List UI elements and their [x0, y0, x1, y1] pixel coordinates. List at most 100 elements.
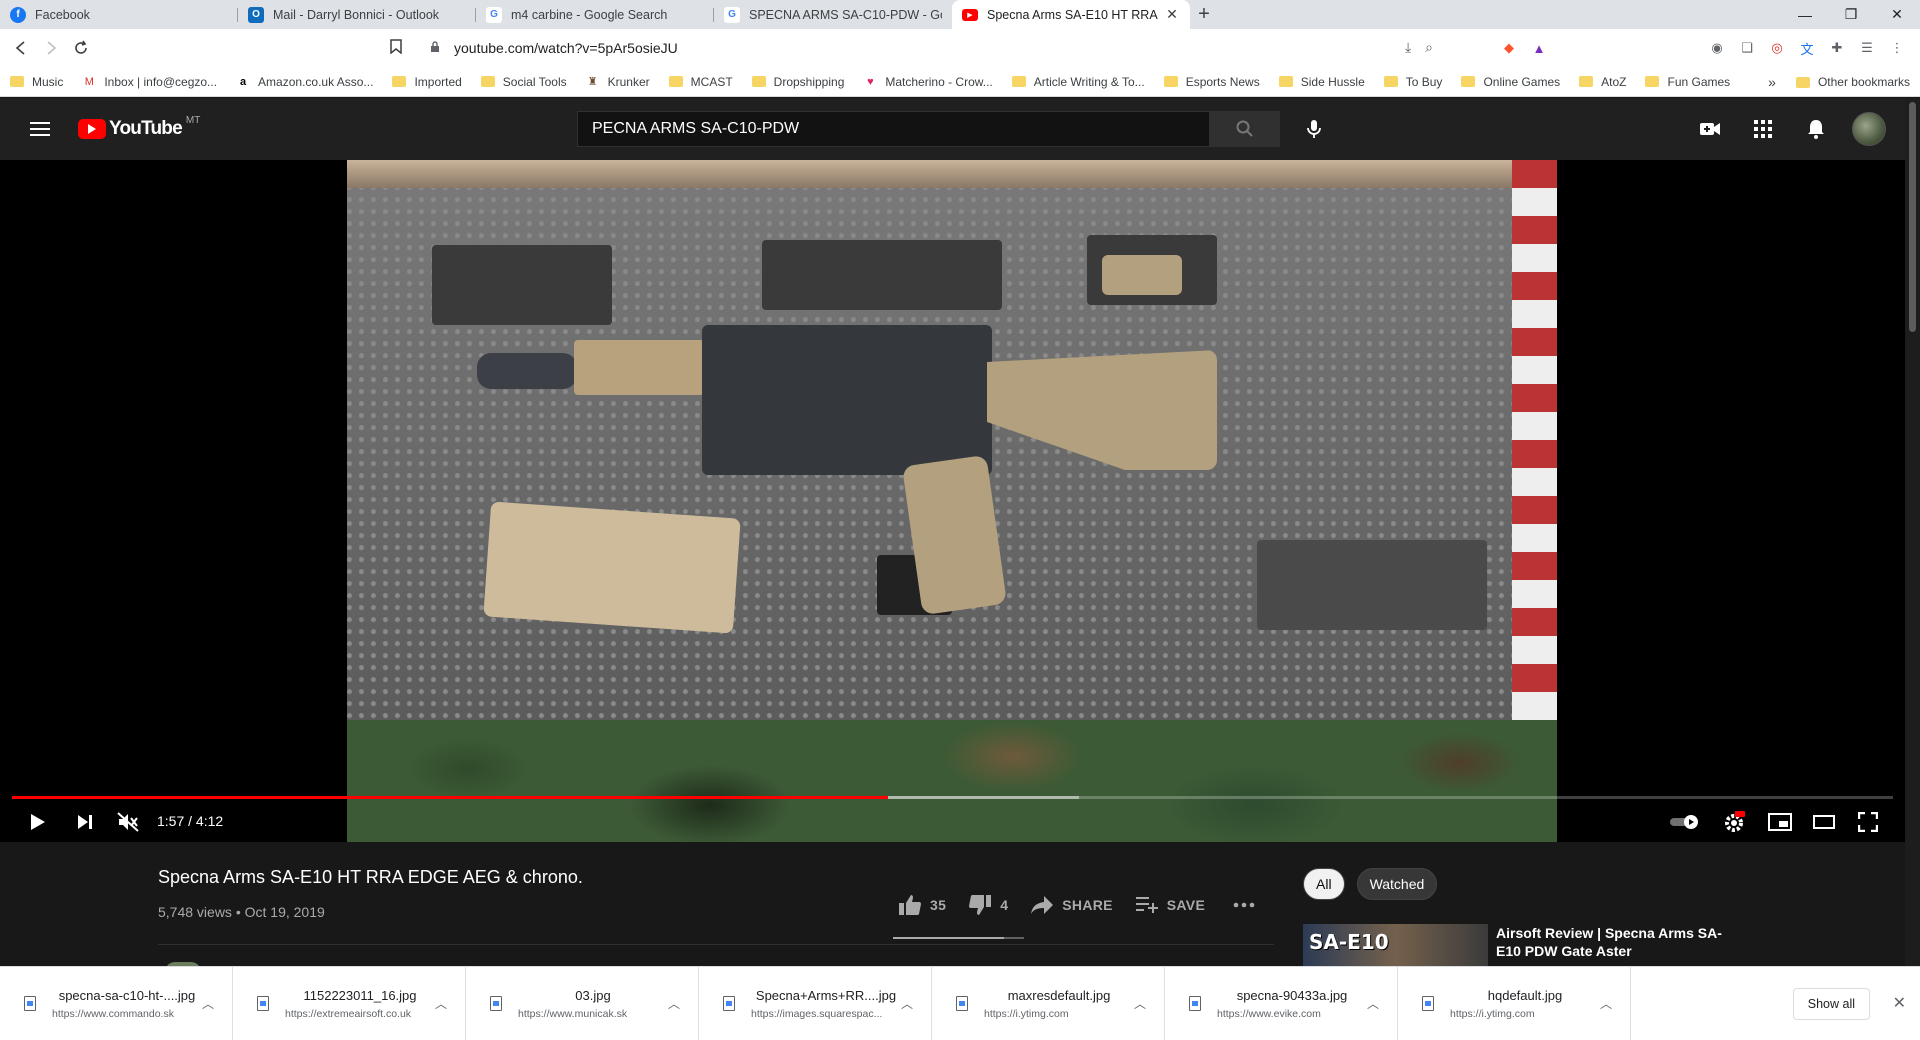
bookmark-atoz[interactable]: AtoZ [1579, 75, 1626, 89]
download-item[interactable]: 1152223011_16.jpg https://extremeairsoft.… [233, 966, 466, 1040]
scrollbar-thumb[interactable] [1909, 102, 1916, 332]
image-file-icon [24, 996, 36, 1011]
download-item[interactable]: Specna+Arms+RR....jpg https://images.squa… [699, 966, 932, 1040]
zoom-icon[interactable]: ⌕ [1425, 39, 1433, 56]
bookmark-mcast[interactable]: MCAST [668, 75, 733, 89]
bookmark-esports-news[interactable]: Esports News [1163, 75, 1260, 89]
address-bar[interactable]: youtube.com/watch?v=5pAr5osieJU ⤓ ⌕ [420, 33, 1445, 63]
bookmark-matcherino[interactable]: ♥ Matcherino - Crow... [863, 75, 993, 89]
download-item[interactable]: 03.jpg https://www.municak.sk ︿ [466, 966, 699, 1040]
page-scrollbar[interactable] [1905, 98, 1920, 966]
other-bookmarks[interactable]: Other bookmarks [1818, 75, 1910, 89]
theater-mode-button[interactable] [1804, 802, 1844, 842]
chevron-up-icon[interactable]: ︿ [1134, 995, 1146, 1012]
reading-list-icon[interactable]: ☰ [1856, 37, 1878, 59]
share-button[interactable]: SHARE [1030, 895, 1113, 915]
bookmark-music[interactable]: Music [10, 75, 63, 89]
dislike-button[interactable]: 4 [968, 894, 1008, 916]
adblock-triangle-icon[interactable]: ▲ [1528, 37, 1550, 59]
extensions-puzzle-icon[interactable]: ✚ [1826, 37, 1848, 59]
create-video-button[interactable] [1693, 109, 1726, 149]
bookmark-side-hussle[interactable]: Side Hussle [1278, 75, 1365, 89]
close-window-button[interactable]: ✕ [1874, 0, 1920, 29]
download-item[interactable]: specna-90433a.jpg https://www.evike.com ︿ [1165, 966, 1398, 1040]
new-tab-button[interactable]: + [1190, 0, 1218, 29]
like-button[interactable]: 35 [898, 894, 946, 916]
chevron-up-icon[interactable]: ︿ [202, 995, 214, 1012]
screenshot-icon[interactable]: ◎ [1766, 37, 1788, 59]
bookmark-inbox[interactable]: M Inbox | info@cegzo... [82, 75, 217, 89]
translate-icon[interactable]: 文 [1796, 37, 1818, 59]
tab-google-search[interactable]: G m4 carbine - Google Search [476, 0, 714, 29]
chevron-up-icon[interactable]: ︿ [901, 995, 913, 1012]
download-source: https://www.evike.com [1217, 1007, 1321, 1020]
camera-icon[interactable]: ◉ [1706, 37, 1728, 59]
bookmarks-overflow-button[interactable]: » [1768, 74, 1776, 90]
download-page-icon[interactable]: ⤓ [1405, 39, 1411, 56]
close-tab-icon[interactable]: ✕ [1164, 6, 1180, 23]
bookmark-amazon[interactable]: a Amazon.co.uk Asso... [236, 75, 373, 89]
download-item[interactable]: hqdefault.jpg https://i.ytimg.com ︿ [1398, 966, 1631, 1040]
voice-search-button[interactable] [1296, 111, 1332, 147]
chevron-up-icon[interactable]: ︿ [1600, 995, 1612, 1012]
download-filename: specna-90433a.jpg [1236, 987, 1348, 1003]
tab-strip: f Facebook O Mail - Darryl Bonnici - Out… [0, 0, 1920, 29]
tab-youtube-active[interactable]: ▶ Specna Arms SA-E10 HT RRA EDG ✕ [952, 0, 1190, 29]
progress-bar[interactable] [12, 796, 1893, 799]
reload-button[interactable] [66, 33, 96, 63]
tab-outlook[interactable]: O Mail - Darryl Bonnici - Outlook [238, 0, 476, 29]
download-item[interactable]: maxresdefault.jpg https://i.ytimg.com ︿ [932, 966, 1165, 1040]
recommended-title[interactable]: Airsoft Review | Specna Arms SA-E10 PDW … [1496, 924, 1726, 966]
autoplay-toggle[interactable] [1665, 802, 1705, 842]
search-button[interactable] [1210, 111, 1280, 147]
video-player[interactable]: 1:57 / 4:12 [0, 160, 1905, 842]
account-avatar[interactable] [1852, 112, 1886, 146]
menu-kebab-icon[interactable]: ⋮ [1886, 37, 1908, 59]
tab-google-specna[interactable]: G SPECNA ARMS SA-C10-PDW - Google [714, 0, 952, 29]
play-button[interactable] [18, 802, 58, 842]
next-button[interactable] [65, 802, 105, 842]
bookmark-krunker[interactable]: ♜ Krunker [586, 75, 650, 89]
tab-facebook[interactable]: f Facebook [0, 0, 238, 29]
box-edge [347, 160, 1557, 188]
browser-window: f Facebook O Mail - Darryl Bonnici - Out… [0, 0, 1920, 1040]
more-actions-button[interactable] [1233, 902, 1263, 908]
bookmark-social-tools[interactable]: Social Tools [480, 75, 567, 89]
bookmark-dropshipping[interactable]: Dropshipping [751, 75, 844, 89]
bookmark-online-games[interactable]: Online Games [1461, 75, 1560, 89]
youtube-logo[interactable]: YouTube MT [78, 115, 200, 140]
restore-button[interactable]: ❐ [1828, 0, 1874, 29]
chevron-up-icon[interactable]: ︿ [668, 995, 680, 1012]
close-shelf-icon[interactable]: ✕ [1893, 993, 1906, 1013]
search-input[interactable]: PECNA ARMS SA-C10-PDW [577, 111, 1210, 147]
chevron-up-icon[interactable]: ︿ [435, 995, 447, 1012]
recommended-video[interactable]: SA-E10 Airsoft Review | Specna Arms SA-E… [1303, 924, 1726, 966]
recommended-thumbnail[interactable]: SA-E10 [1303, 924, 1488, 966]
brave-shield-icon[interactable]: ◆ [1498, 37, 1520, 59]
chip-all[interactable]: All [1303, 868, 1345, 900]
time-display: 1:57 / 4:12 [157, 813, 224, 829]
notifications-button[interactable] [1799, 109, 1832, 149]
fullscreen-button[interactable] [1848, 802, 1888, 842]
bookmark-page-icon[interactable] [390, 39, 402, 58]
hamburger-menu-icon[interactable] [20, 109, 60, 149]
mute-button[interactable] [108, 802, 148, 842]
settings-button[interactable] [1714, 802, 1754, 842]
miniplayer-button[interactable] [1760, 802, 1800, 842]
save-button[interactable]: SAVE [1135, 896, 1205, 914]
copy-icon[interactable]: ❏ [1736, 37, 1758, 59]
video-frame[interactable] [347, 160, 1557, 842]
download-item[interactable]: specna-sa-c10-ht-....jpg https://www.comm… [0, 966, 233, 1040]
bookmark-article-writing[interactable]: Article Writing & To... [1011, 75, 1145, 89]
show-all-downloads-button[interactable]: Show all [1792, 988, 1870, 1020]
minimize-button[interactable]: — [1782, 0, 1828, 29]
forward-button[interactable] [36, 33, 66, 63]
chip-watched[interactable]: Watched [1356, 868, 1438, 900]
apps-button[interactable] [1746, 109, 1779, 149]
bookmark-fun-games[interactable]: Fun Games [1645, 75, 1730, 89]
back-button[interactable] [6, 33, 36, 63]
tab-title: Mail - Darryl Bonnici - Outlook [273, 7, 440, 22]
chevron-up-icon[interactable]: ︿ [1367, 995, 1379, 1012]
bookmark-imported[interactable]: Imported [392, 75, 462, 89]
bookmark-to-buy[interactable]: To Buy [1383, 75, 1442, 89]
